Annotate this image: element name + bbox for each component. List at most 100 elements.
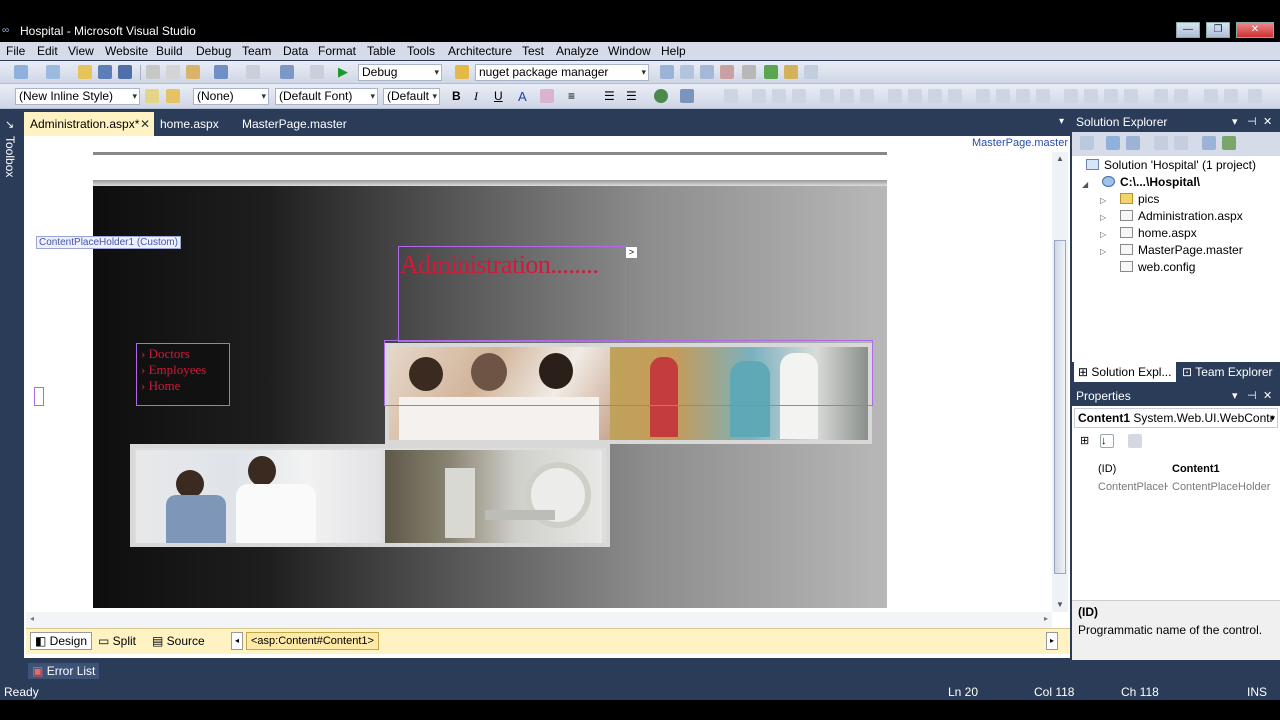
remove-vspacing-icon[interactable] bbox=[1124, 89, 1138, 103]
tab-masterpage[interactable]: MasterPage.master bbox=[236, 112, 353, 136]
align-middles-icon[interactable] bbox=[840, 89, 854, 103]
expand-home-icon[interactable]: ▷ bbox=[1100, 230, 1106, 239]
decrease-spacing-icon[interactable] bbox=[1016, 89, 1030, 103]
horizontal-spacing-icon[interactable] bbox=[976, 89, 990, 103]
toolbox-strip[interactable]: ↘ Toolbox bbox=[0, 112, 24, 660]
vertical-spacing-icon[interactable] bbox=[1064, 89, 1078, 103]
property-pages-icon[interactable] bbox=[1128, 434, 1142, 448]
tab-order-icon[interactable] bbox=[1248, 89, 1262, 103]
nav-doctors-link[interactable]: › Doctors bbox=[141, 346, 190, 362]
font-color-icon[interactable]: A bbox=[518, 89, 532, 104]
add-item-icon[interactable] bbox=[46, 65, 60, 79]
navigate-backward-icon[interactable] bbox=[280, 65, 294, 79]
tag-breadcrumb[interactable]: <asp:Content#Content1> bbox=[246, 632, 379, 650]
cut-icon[interactable] bbox=[146, 65, 160, 79]
menu-format[interactable]: Format bbox=[318, 44, 356, 58]
tree-item-administration[interactable]: Administration.aspx bbox=[1120, 209, 1243, 223]
layer-icon[interactable] bbox=[680, 89, 694, 103]
paste-icon[interactable] bbox=[186, 65, 200, 79]
font-name-select[interactable]: (Default Font) bbox=[275, 88, 378, 105]
find-combo[interactable]: nuget package manager bbox=[475, 64, 649, 81]
menu-tools[interactable]: Tools bbox=[407, 44, 435, 58]
tree-item-pics[interactable]: pics bbox=[1120, 192, 1159, 206]
font-size-select[interactable]: (Default bbox=[383, 88, 440, 105]
undo-icon[interactable] bbox=[214, 65, 228, 79]
save-icon[interactable] bbox=[98, 65, 112, 79]
find-in-files-icon[interactable] bbox=[455, 65, 469, 79]
refresh-icon[interactable] bbox=[1106, 136, 1120, 150]
close-button[interactable]: ✕ bbox=[1236, 22, 1274, 38]
alphabetical-icon[interactable]: ↓ bbox=[1100, 434, 1114, 448]
vertical-scrollbar[interactable]: ▲ ▼ bbox=[1052, 152, 1068, 612]
pane-dropdown-icon[interactable]: ▾ bbox=[1232, 112, 1238, 132]
toolbox-icon[interactable] bbox=[720, 65, 734, 79]
increase-spacing-icon[interactable] bbox=[996, 89, 1010, 103]
menu-data[interactable]: Data bbox=[283, 44, 308, 58]
menu-view[interactable]: View bbox=[68, 44, 94, 58]
menu-window[interactable]: Window bbox=[608, 44, 651, 58]
toolbox-label[interactable]: Toolbox bbox=[3, 136, 17, 177]
tree-item-webconfig[interactable]: web.config bbox=[1120, 260, 1195, 274]
block-format-select[interactable]: (None) bbox=[193, 88, 269, 105]
breadcrumb-forward-icon[interactable]: ▸ bbox=[1046, 632, 1058, 650]
center-horizontally-icon[interactable] bbox=[1154, 89, 1168, 103]
solution-node[interactable]: Solution 'Hospital' (1 project) bbox=[1086, 158, 1256, 172]
menu-analyze[interactable]: Analyze bbox=[556, 44, 599, 58]
view-code-icon[interactable] bbox=[1154, 136, 1168, 150]
align-tops-icon[interactable] bbox=[820, 89, 834, 103]
property-row[interactable]: ContentPlaceH ContentPlaceHolder bbox=[1074, 478, 1278, 496]
align-centers-icon[interactable] bbox=[772, 89, 786, 103]
size-to-grid-icon[interactable] bbox=[948, 89, 962, 103]
scroll-down-icon[interactable]: ▼ bbox=[1056, 600, 1064, 609]
breadcrumb-back-icon[interactable]: ◂ bbox=[231, 632, 243, 650]
start-page-icon[interactable] bbox=[764, 65, 778, 79]
align-lefts-icon[interactable] bbox=[752, 89, 766, 103]
object-browser-icon[interactable] bbox=[700, 65, 714, 79]
scroll-up-icon[interactable]: ▲ bbox=[1056, 154, 1064, 163]
new-project-icon[interactable] bbox=[14, 65, 28, 79]
make-same-size-icon[interactable] bbox=[928, 89, 942, 103]
send-to-back-icon[interactable] bbox=[1224, 89, 1238, 103]
toolbox-pin-icon[interactable]: ↘ bbox=[5, 118, 14, 131]
align-icon[interactable]: ≡ bbox=[568, 89, 582, 103]
start-debugging-icon[interactable]: ▶ bbox=[338, 65, 352, 79]
tab-home[interactable]: home.aspx bbox=[154, 112, 225, 136]
decrease-vspacing-icon[interactable] bbox=[1104, 89, 1118, 103]
remove-spacing-icon[interactable] bbox=[1036, 89, 1050, 103]
master-page-link[interactable]: MasterPage.master bbox=[930, 137, 1068, 151]
expand-masterpage-icon[interactable]: ▷ bbox=[1100, 247, 1106, 256]
bring-to-front-icon[interactable] bbox=[1204, 89, 1218, 103]
show-all-files-icon[interactable] bbox=[1126, 136, 1140, 150]
target-rule-select[interactable]: (New Inline Style) bbox=[15, 88, 140, 105]
scrollbar-thumb[interactable] bbox=[1054, 240, 1066, 574]
make-same-height-icon[interactable] bbox=[908, 89, 922, 103]
align-bottoms-icon[interactable] bbox=[860, 89, 874, 103]
copy-website-icon[interactable] bbox=[1202, 136, 1216, 150]
apply-styles-icon[interactable] bbox=[145, 89, 159, 103]
tools-icon[interactable] bbox=[742, 65, 756, 79]
nav-menu[interactable]: › Doctors › Employees › Home bbox=[136, 343, 230, 406]
pane-dropdown-icon[interactable]: ▾ bbox=[1232, 386, 1238, 406]
save-all-icon[interactable] bbox=[118, 65, 132, 79]
pane-pin-icon[interactable]: ⊣ bbox=[1247, 112, 1257, 132]
align-rights-icon[interactable] bbox=[792, 89, 806, 103]
nav-employees-link[interactable]: › Employees bbox=[141, 362, 206, 378]
collapse-project-icon[interactable]: ◢ bbox=[1082, 180, 1088, 189]
menu-team[interactable]: Team bbox=[242, 44, 271, 58]
project-node[interactable]: C:\...\Hospital\ bbox=[1102, 175, 1200, 189]
empty-placeholder-box[interactable] bbox=[34, 387, 44, 406]
copy-icon[interactable] bbox=[166, 65, 180, 79]
property-row[interactable]: (ID) Content1 bbox=[1074, 460, 1278, 478]
nav-home-link[interactable]: › Home bbox=[141, 378, 180, 394]
tree-item-home[interactable]: home.aspx bbox=[1120, 226, 1197, 240]
hyperlink-icon[interactable] bbox=[654, 89, 668, 103]
menu-website[interactable]: Website bbox=[105, 44, 148, 58]
menu-test[interactable]: Test bbox=[522, 44, 544, 58]
properties-window-icon[interactable] bbox=[680, 65, 694, 79]
split-view-tab[interactable]: ▭ Split bbox=[98, 634, 136, 648]
bullets-icon[interactable]: ☰ bbox=[604, 89, 618, 103]
position-icon[interactable] bbox=[724, 89, 738, 103]
menu-edit[interactable]: Edit bbox=[37, 44, 58, 58]
view-designer-icon[interactable] bbox=[1174, 136, 1188, 150]
design-view-tab[interactable]: ◧ Design bbox=[30, 632, 93, 650]
